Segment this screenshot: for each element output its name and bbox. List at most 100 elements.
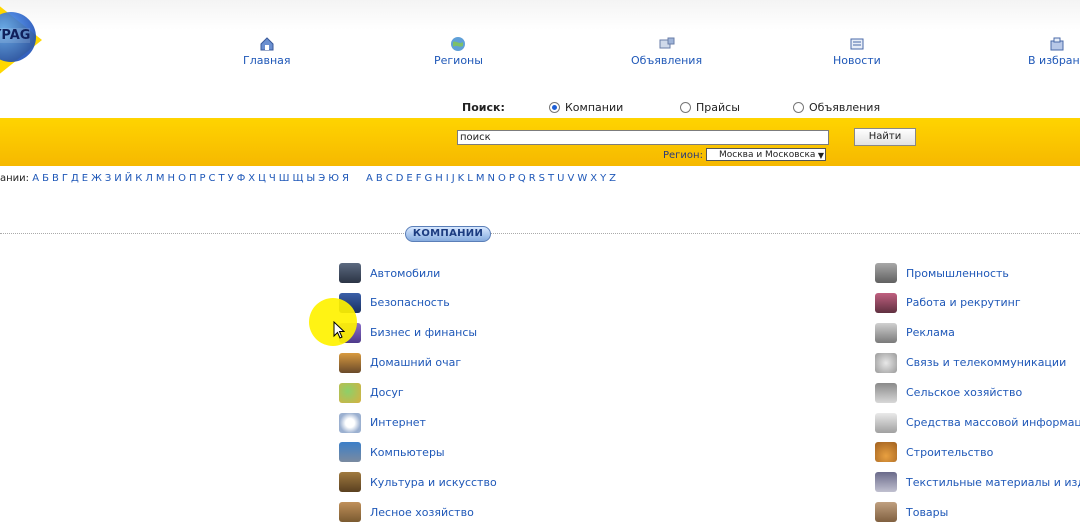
radio-ads-circle[interactable]	[793, 102, 804, 113]
category-item[interactable]: Связь и телекоммуникации	[875, 352, 1066, 373]
alphabet-letter[interactable]: Д	[71, 173, 79, 184]
alphabet-letter[interactable]: Z	[609, 173, 616, 184]
category-item[interactable]: Текстильные материалы и издели	[875, 472, 1080, 493]
section-tab-companies[interactable]: КОМПАНИИ	[405, 226, 491, 242]
category-item[interactable]: Бизнес и финансы	[339, 322, 477, 343]
alphabet-letter[interactable]: G	[424, 173, 432, 184]
alphabet-letter[interactable]: D	[396, 173, 404, 184]
alphabet-letter[interactable]: V	[567, 173, 574, 184]
category-label: Реклама	[906, 326, 955, 340]
alphabet-letter[interactable]: F	[416, 173, 422, 184]
nav-news[interactable]: Новости	[833, 36, 881, 67]
nav-ads-label: Объявления	[631, 54, 703, 67]
alphabet-letter[interactable]: З	[105, 173, 111, 184]
category-item[interactable]: Сельское хозяйство	[875, 382, 1022, 403]
alphabet-letter[interactable]: B	[376, 173, 383, 184]
radio-companies[interactable]: Компании	[549, 101, 623, 114]
alphabet-letter[interactable]: Р	[199, 173, 205, 184]
radio-ads[interactable]: Объявления	[793, 101, 880, 114]
category-item[interactable]: Досуг	[339, 382, 404, 403]
search-button[interactable]: Найти	[854, 128, 916, 146]
alphabet-letter[interactable]: U	[557, 173, 564, 184]
alphabet-letter[interactable]: K	[458, 173, 465, 184]
alphabet-letter[interactable]: У	[228, 173, 234, 184]
category-item[interactable]: Домашний очаг	[339, 352, 461, 373]
alphabet-letter[interactable]: Q	[518, 173, 526, 184]
alphabet-letter[interactable]: П	[189, 173, 197, 184]
alphabet-letter[interactable]: Е	[82, 173, 88, 184]
alphabet-letter[interactable]: R	[529, 173, 536, 184]
alphabet-letter[interactable]: Л	[145, 173, 153, 184]
category-item[interactable]: Безопасность	[339, 292, 450, 313]
alphabet-letter[interactable]: С	[209, 173, 216, 184]
alphabet-letter[interactable]: Т	[218, 173, 224, 184]
alphabet-letter[interactable]: J	[452, 173, 455, 184]
category-item[interactable]: Культура и искусство	[339, 472, 497, 493]
nav-ads[interactable]: Объявления	[631, 36, 702, 67]
alphabet-letter[interactable]: Y	[600, 173, 606, 184]
alphabet-letter[interactable]: T	[548, 173, 554, 184]
radio-prices[interactable]: Прайсы	[680, 101, 740, 114]
category-item[interactable]: Работа и рекрутинг	[875, 292, 1021, 313]
radio-companies-circle[interactable]	[549, 102, 560, 113]
alphabet-letter[interactable]: Э	[318, 173, 325, 184]
goods-icon	[875, 502, 897, 522]
alphabet-letter[interactable]: Ы	[306, 173, 315, 184]
alphabet-letter[interactable]: Ж	[91, 173, 102, 184]
alphabet-letter[interactable]: O	[498, 173, 506, 184]
alphabet-letter[interactable]: О	[178, 173, 186, 184]
alphabet-letter[interactable]: Н	[168, 173, 176, 184]
alphabet-letter[interactable]: А	[32, 173, 39, 184]
alphabet-letter[interactable]: Й	[125, 173, 132, 184]
alphabet-letter[interactable]: H	[435, 173, 443, 184]
alphabet-letter[interactable]: N	[487, 173, 494, 184]
alphabet-letter[interactable]: X	[590, 173, 597, 184]
home-goods-icon	[339, 352, 361, 373]
radio-prices-circle[interactable]	[680, 102, 691, 113]
nav-home[interactable]: Главная	[243, 36, 291, 67]
nav-favorites[interactable]: В избранн	[1028, 36, 1080, 67]
region-select[interactable]: Москва и Московска ▼	[706, 148, 826, 161]
alphabet-letter[interactable]: В	[52, 173, 59, 184]
category-item[interactable]: Товары	[875, 502, 948, 522]
alphabet-letter[interactable]: Щ	[292, 173, 303, 184]
site-logo[interactable]: YPAG	[0, 0, 48, 80]
search-input[interactable]: поиск	[457, 130, 829, 145]
alphabet-letter[interactable]: Ш	[279, 173, 290, 184]
category-item[interactable]: Промышленность	[875, 263, 1009, 283]
category-item[interactable]: Реклама	[875, 322, 955, 343]
alphabet-letter[interactable]: Г	[62, 173, 68, 184]
alphabet-letter[interactable]: Х	[248, 173, 255, 184]
alphabet-letter[interactable]: E	[406, 173, 412, 184]
category-item[interactable]: Средства массовой информации	[875, 412, 1080, 433]
car-icon	[339, 263, 361, 283]
satellite-dish-icon	[875, 352, 897, 373]
alphabet-letter[interactable]: И	[114, 173, 121, 184]
alphabet-letter[interactable]: L	[467, 173, 473, 184]
alphabet-letter[interactable]: P	[509, 173, 515, 184]
alphabet-letter[interactable]: S	[539, 173, 545, 184]
alphabet-letter[interactable]: M	[476, 173, 485, 184]
radio-companies-label: Компании	[565, 101, 624, 114]
wood-icon	[339, 502, 361, 522]
alphabet-letter[interactable]: М	[156, 173, 165, 184]
category-item[interactable]: Лесное хозяйство	[339, 502, 474, 522]
alphabet-letter[interactable]: Ю	[328, 173, 339, 184]
alphabet-letter[interactable]: Ц	[258, 173, 266, 184]
alphabet-letter[interactable]: I	[446, 173, 449, 184]
monitor-icon	[339, 442, 361, 463]
alphabet-letter[interactable]: Ч	[269, 173, 276, 184]
alphabet-letter[interactable]: Б	[42, 173, 49, 184]
alphabet-letter[interactable]: К	[135, 173, 142, 184]
category-item[interactable]: Строительство	[875, 442, 993, 463]
alphabet-letter[interactable]: A	[366, 173, 373, 184]
category-item[interactable]: Интернет	[339, 412, 426, 433]
alphabet-letter[interactable]: Я	[342, 173, 349, 184]
category-item[interactable]: Компьютеры	[339, 442, 445, 463]
category-item[interactable]: Автомобили	[339, 263, 440, 283]
nav-news-label: Новости	[833, 54, 881, 67]
alphabet-letter[interactable]: Ф	[237, 173, 246, 184]
alphabet-letter[interactable]: W	[577, 173, 587, 184]
alphabet-letter[interactable]: C	[386, 173, 393, 184]
nav-regions[interactable]: Регионы	[434, 36, 483, 67]
